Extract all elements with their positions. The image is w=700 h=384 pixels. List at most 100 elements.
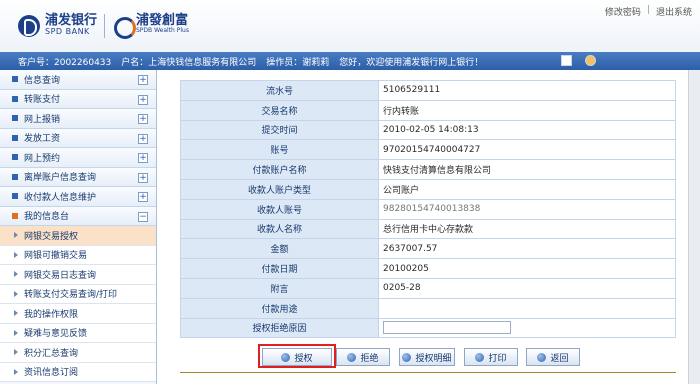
authorization-details-button-label: 授权明细 bbox=[415, 353, 452, 364]
top-links: 修改密码 | 退出系统 bbox=[605, 5, 692, 18]
collapse-minus-icon[interactable]: − bbox=[138, 211, 148, 222]
sidebar-subitem-my-permissions[interactable]: 我的操作权限 bbox=[0, 304, 156, 324]
row-label: 付款用途 bbox=[180, 297, 379, 319]
sidebar-subitem-points-summary[interactable]: 积分汇总查询 bbox=[0, 343, 156, 363]
sidebar-item-label: 发放工资 bbox=[24, 134, 61, 145]
row-label: 流水号 bbox=[180, 80, 379, 101]
table-row: 金额 2637007.57 bbox=[180, 238, 676, 260]
user-info-bar: 客户号：2002260433 户名：上海快钱信息服务有限公司 操作员：谢莉莉 您… bbox=[0, 52, 700, 70]
vertical-scrollbar[interactable] bbox=[688, 70, 700, 384]
sidebar-subitem-revocable-transactions[interactable]: 网银可撤销交易 bbox=[0, 245, 156, 265]
sidebar-subitem-label: 资讯信息订阅 bbox=[24, 368, 79, 379]
authorize-button[interactable]: 授权 bbox=[262, 348, 332, 366]
row-label: 账号 bbox=[180, 139, 379, 161]
row-value: 0205-28 bbox=[378, 277, 676, 299]
reject-reason-input[interactable] bbox=[383, 320, 511, 334]
table-row: 账号 97020154740004727 bbox=[180, 139, 676, 161]
arrow-right-icon bbox=[14, 232, 18, 239]
sidebar-item-offshore-account-query[interactable]: 离岸账户信息查询 + bbox=[0, 167, 156, 187]
expand-plus-icon[interactable]: + bbox=[138, 153, 148, 163]
sidebar-subitem-label: 疑难与意见反馈 bbox=[24, 329, 88, 340]
authorization-details-button[interactable]: 授权明细 bbox=[399, 348, 455, 366]
table-row: 流水号 5106529111 bbox=[180, 80, 676, 101]
sidebar-subitem-news-subscription[interactable]: 资讯信息订阅 bbox=[0, 362, 156, 382]
sidebar-item-online-reimbursement[interactable]: 网上报销 + bbox=[0, 109, 156, 129]
expand-plus-icon[interactable]: + bbox=[138, 114, 148, 124]
sidebar-subitem-label: 网银交易日志查询 bbox=[24, 270, 97, 281]
help-globe-icon[interactable] bbox=[585, 55, 596, 66]
sidebar-item-payroll[interactable]: 发放工资 + bbox=[0, 128, 156, 148]
logout-link[interactable]: 退出系统 bbox=[656, 5, 692, 18]
sidebar-subitem-label: 积分汇总查询 bbox=[24, 348, 79, 359]
welcome-message: 您好，欢迎使用浦发银行网上银行！ bbox=[339, 57, 484, 68]
action-button-row: 授权 拒绝 授权明细 打印 返回 bbox=[158, 344, 700, 370]
row-label: 付款日期 bbox=[180, 258, 379, 279]
table-row: 收款人账户类型 公司账户 bbox=[180, 178, 676, 200]
table-row: 付款用途 bbox=[180, 297, 676, 319]
bank-name-en: SPD BANK bbox=[45, 27, 90, 36]
row-value: 总行信用卡中心存款款 bbox=[378, 218, 676, 240]
bullet-icon bbox=[12, 95, 18, 102]
row-value: 2637007.57 bbox=[378, 238, 676, 260]
sidebar-item-my-info-desk[interactable]: 我的信息台 − bbox=[0, 206, 156, 226]
row-label: 收款人账户类型 bbox=[180, 178, 379, 200]
row-value: 98280154740013838 bbox=[378, 198, 676, 220]
sidebar-item-info-query[interactable]: 信息查询 + bbox=[0, 70, 156, 90]
sidebar-subitem-label: 网银交易授权 bbox=[24, 231, 79, 242]
table-row: 付款日期 20100205 bbox=[180, 258, 676, 279]
row-label: 收款人账号 bbox=[180, 198, 379, 220]
bullet-icon bbox=[12, 115, 18, 122]
row-label: 提交时间 bbox=[180, 119, 379, 141]
row-label: 收款人名称 bbox=[180, 218, 379, 240]
row-value-cell bbox=[378, 317, 676, 339]
back-button-label: 返回 bbox=[550, 353, 569, 364]
button-icon bbox=[402, 352, 412, 362]
sidebar-subitem-feedback[interactable]: 疑难与意见反馈 bbox=[0, 323, 156, 343]
sidebar-subitem-label: 转账支付交易查询/打印 bbox=[24, 290, 118, 301]
sidebar-subitem-transaction-log-query[interactable]: 网银交易日志查询 bbox=[0, 265, 156, 285]
sidebar-item-payee-maintenance[interactable]: 收付款人信息维护 + bbox=[0, 187, 156, 207]
authorize-button-label: 授权 bbox=[294, 353, 313, 364]
arrow-right-icon bbox=[14, 310, 18, 317]
sidebar-item-transfer-payment[interactable]: 转账支付 + bbox=[0, 89, 156, 109]
sidebar-item-label: 信息查询 bbox=[24, 75, 61, 86]
bullet-icon bbox=[12, 212, 18, 219]
sidebar-item-label: 收付款人信息维护 bbox=[24, 192, 97, 203]
notepad-icon[interactable] bbox=[561, 55, 572, 66]
table-row: 收款人账号 98280154740013838 bbox=[180, 198, 676, 220]
reject-button[interactable]: 拒绝 bbox=[336, 348, 390, 366]
bullet-icon bbox=[12, 76, 18, 83]
print-button[interactable]: 打印 bbox=[464, 348, 518, 366]
top-links-divider: | bbox=[646, 5, 650, 15]
row-label: 金额 bbox=[180, 238, 379, 260]
change-password-link[interactable]: 修改密码 bbox=[605, 5, 641, 18]
transaction-detail-table: 流水号 5106529111 交易名称 行内转账 提交时间 2010-02-05… bbox=[180, 80, 676, 339]
row-value: 快钱支付清算信息有限公司 bbox=[378, 159, 676, 180]
sidebar-item-label: 网上报销 bbox=[24, 114, 61, 125]
button-icon bbox=[281, 352, 291, 362]
expand-plus-icon[interactable]: + bbox=[138, 133, 148, 144]
table-row: 付款账户名称 快钱支付清算信息有限公司 bbox=[180, 159, 676, 180]
sidebar-subitem-transaction-authorization[interactable]: 网银交易授权 bbox=[0, 226, 156, 246]
operator-name: 操作员：谢莉莉 bbox=[266, 57, 330, 68]
row-value: 公司账户 bbox=[378, 178, 676, 200]
row-label: 附言 bbox=[180, 277, 379, 299]
bullet-icon bbox=[12, 193, 18, 200]
sidebar-item-online-appointment[interactable]: 网上预约 + bbox=[0, 148, 156, 168]
expand-plus-icon[interactable]: + bbox=[138, 94, 148, 105]
back-button[interactable]: 返回 bbox=[526, 348, 580, 366]
customer-number: 客户号：2002260433 bbox=[18, 57, 112, 68]
expand-plus-icon[interactable]: + bbox=[138, 75, 148, 85]
table-row: 收款人名称 总行信用卡中心存款款 bbox=[180, 218, 676, 240]
expand-plus-icon[interactable]: + bbox=[138, 192, 148, 202]
sidebar-subitem-transfer-query-print[interactable]: 转账支付交易查询/打印 bbox=[0, 284, 156, 304]
row-label: 授权拒绝原因 bbox=[180, 317, 379, 339]
main-content: 流水号 5106529111 交易名称 行内转账 提交时间 2010-02-05… bbox=[158, 70, 700, 384]
arrow-right-icon bbox=[14, 290, 18, 297]
row-value: 2010-02-05 14:08:13 bbox=[378, 119, 676, 141]
reject-button-label: 拒绝 bbox=[360, 353, 379, 364]
bank-name-cn: 浦发银行 bbox=[45, 13, 98, 28]
header: 浦发银行 SPD BANK 浦發創富 SPDB Wealth Plus 修改密码… bbox=[0, 0, 700, 52]
sidebar-item-label: 离岸账户信息查询 bbox=[24, 173, 97, 184]
expand-plus-icon[interactable]: + bbox=[138, 172, 148, 183]
